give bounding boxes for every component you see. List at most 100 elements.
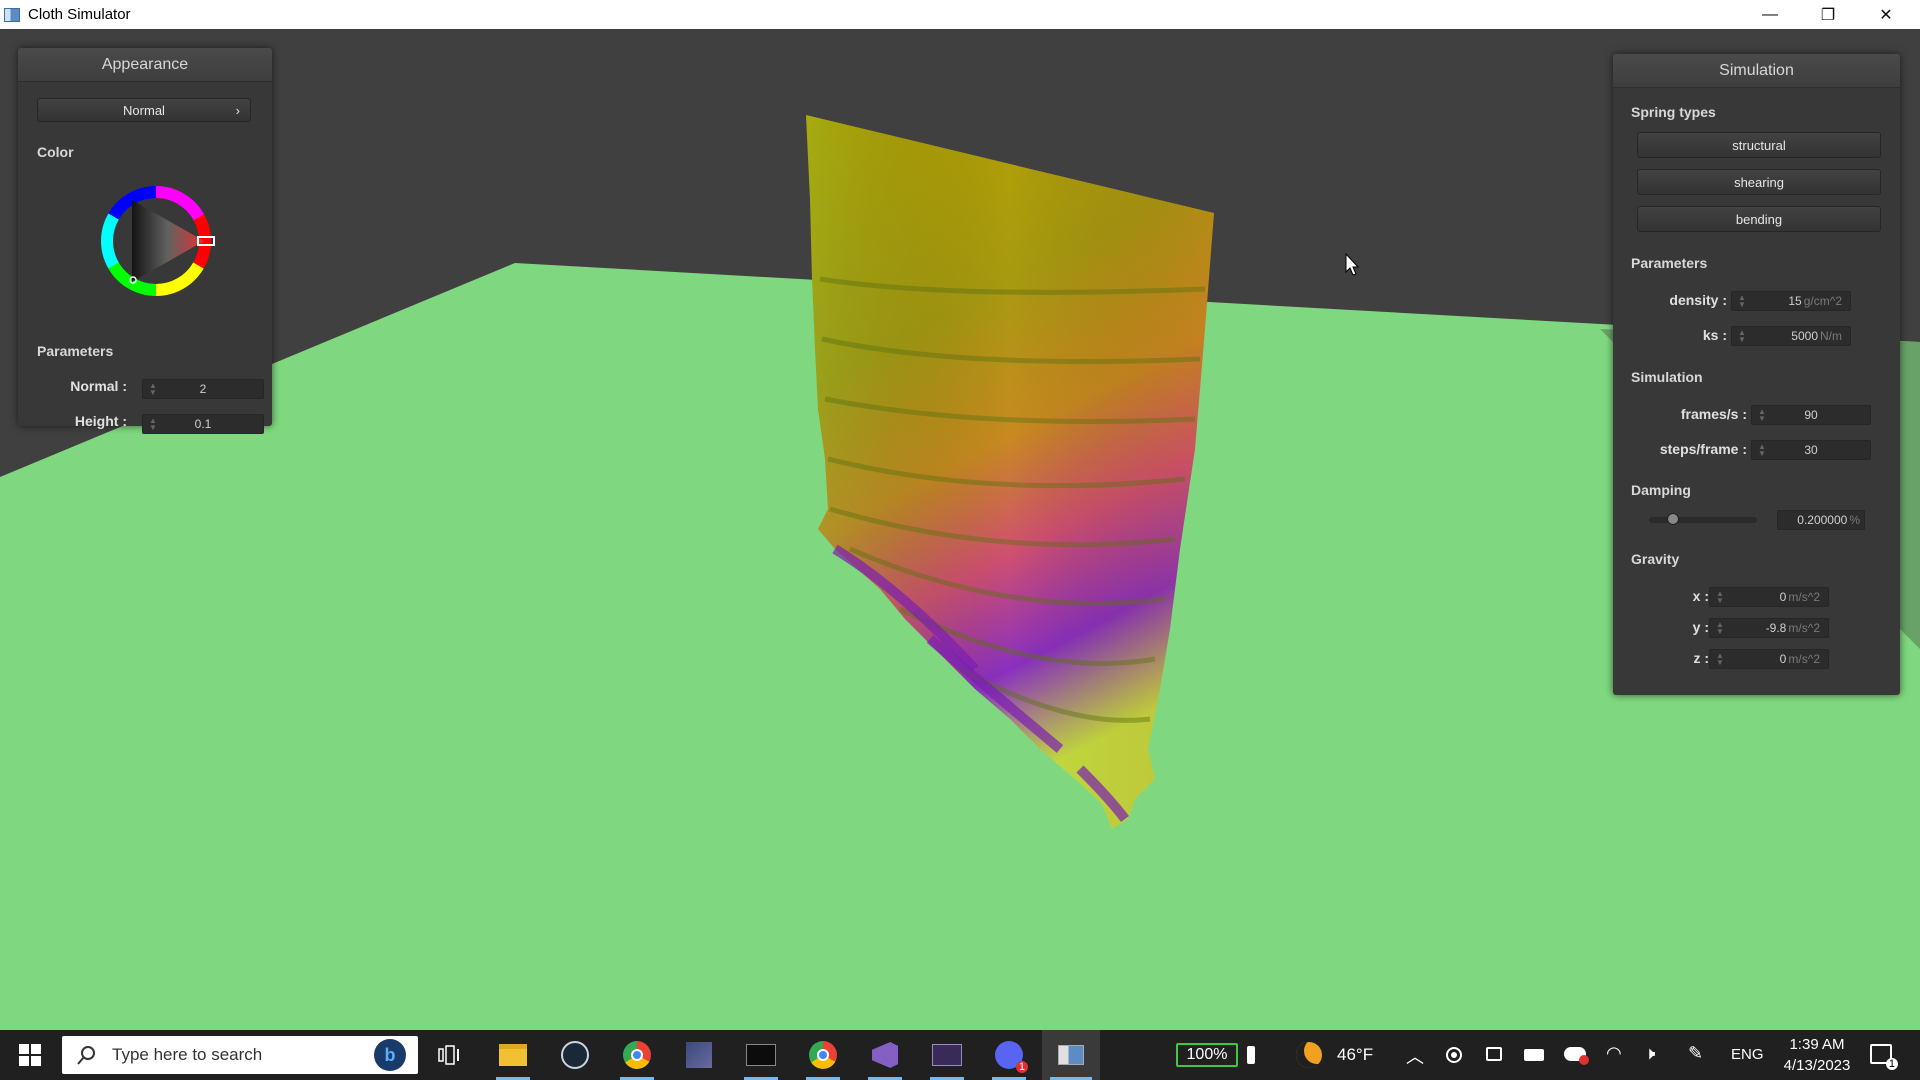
- height-value: 0.1: [194, 417, 212, 431]
- spinner-icon[interactable]: ▲ ▼: [1756, 408, 1768, 423]
- battery-tray-icon[interactable]: [1524, 1049, 1544, 1061]
- clock-date: 4/13/2023: [1783, 1057, 1851, 1074]
- height-field[interactable]: ▲ ▼ 0.1: [142, 414, 264, 434]
- gravity-y-field[interactable]: ▲ ▼ -9.8 m/s^2: [1709, 618, 1829, 638]
- search-placeholder: Type here to search: [112, 1045, 263, 1064]
- gravity-x-value: 0: [1779, 590, 1787, 604]
- spinner-icon[interactable]: ▲ ▼: [147, 417, 159, 432]
- pen-icon[interactable]: ✎: [1688, 1043, 1703, 1064]
- bending-button[interactable]: bending: [1637, 206, 1881, 232]
- discord-icon[interactable]: 1: [984, 1030, 1034, 1080]
- onedrive-error-icon[interactable]: [1564, 1047, 1589, 1065]
- damping-slider-handle[interactable]: [1667, 513, 1679, 525]
- damping-slider[interactable]: [1649, 513, 1757, 525]
- ks-field[interactable]: ▲ ▼ 5000 N/m: [1731, 326, 1851, 346]
- gravity-z-unit: m/s^2: [1788, 652, 1820, 666]
- scene-viewport[interactable]: Appearance Normal › Color Parameters Nor…: [0, 29, 1920, 1030]
- taskbar: Type here to search b 1 100% 46°F ︿ ◠ 🕨 …: [0, 1030, 1920, 1080]
- appearance-parameters-label: Parameters: [37, 343, 114, 359]
- damping-label: Damping: [1631, 482, 1691, 498]
- language-indicator[interactable]: ENG: [1731, 1046, 1764, 1063]
- window-titlebar: Cloth Simulator — ❐ ✕: [0, 0, 1920, 29]
- windows-icon: [19, 1044, 41, 1066]
- gravity-z-value: 0: [1779, 652, 1787, 666]
- fps-field[interactable]: ▲ ▼ 90: [1751, 405, 1871, 425]
- chevron-up-icon[interactable]: ︿: [1406, 1043, 1424, 1069]
- color-wheel[interactable]: [91, 176, 221, 306]
- gravity-label: Gravity: [1631, 551, 1680, 567]
- gravity-y-unit: m/s^2: [1788, 621, 1820, 635]
- minimize-button[interactable]: —: [1741, 0, 1799, 29]
- notification-count: 1: [1885, 1058, 1898, 1070]
- chevron-right-icon: ›: [235, 102, 240, 118]
- speaker-muted-icon[interactable]: 🕨: [1644, 1043, 1655, 1064]
- spinner-icon[interactable]: ▲ ▼: [1714, 590, 1726, 605]
- gravity-z-label: z :: [1693, 650, 1709, 666]
- terminal-icon[interactable]: [736, 1030, 786, 1080]
- density-field[interactable]: ▲ ▼ 15 g/cm^2: [1731, 291, 1851, 311]
- battery-percent: 100%: [1186, 1046, 1228, 1063]
- gravity-z-field[interactable]: ▲ ▼ 0 m/s^2: [1709, 649, 1829, 669]
- steam-icon[interactable]: [550, 1030, 600, 1080]
- spinner-icon[interactable]: ▲ ▼: [1756, 443, 1768, 458]
- maximize-button[interactable]: ❐: [1799, 0, 1857, 29]
- shearing-button[interactable]: shearing: [1637, 169, 1881, 195]
- task-view-icon[interactable]: [424, 1030, 474, 1080]
- gravity-y-value: -9.8: [1765, 621, 1787, 635]
- console-app-icon[interactable]: [922, 1030, 972, 1080]
- structural-button[interactable]: structural: [1637, 132, 1881, 158]
- chrome-icon[interactable]: [612, 1030, 662, 1080]
- spinner-icon[interactable]: ▲ ▼: [1736, 294, 1748, 309]
- spinner-icon[interactable]: ▲ ▼: [1714, 652, 1726, 667]
- notifications-icon[interactable]: 1: [1870, 1044, 1898, 1070]
- battery-indicator[interactable]: 100%: [1176, 1043, 1238, 1067]
- gravity-x-label: x :: [1692, 588, 1709, 604]
- bing-icon[interactable]: b: [374, 1039, 406, 1071]
- image-viewer-icon[interactable]: [674, 1030, 724, 1080]
- visual-studio-icon[interactable]: [860, 1030, 910, 1080]
- close-button[interactable]: ✕: [1857, 0, 1915, 29]
- simulation-parameters-label: Parameters: [1631, 255, 1708, 271]
- damping-field[interactable]: 0.200000 %: [1777, 510, 1865, 530]
- normal-value: 2: [199, 382, 207, 396]
- simulation-panel: Simulation Spring types structural shear…: [1613, 54, 1900, 695]
- ks-unit: N/m: [1820, 329, 1842, 343]
- spinner-icon[interactable]: ▲ ▼: [1736, 329, 1748, 344]
- damping-value: 0.200000: [1797, 513, 1848, 527]
- clock[interactable]: 1:39 AM 4/13/2023: [1772, 1034, 1862, 1076]
- mouse-cursor-icon: [1345, 252, 1360, 276]
- ks-value: 5000: [1791, 329, 1818, 343]
- weather-temp[interactable]: 46°F: [1337, 1045, 1373, 1065]
- mode-dropdown-value: Normal: [123, 102, 165, 118]
- ks-label: ks :: [1702, 327, 1727, 343]
- chrome-profile-icon[interactable]: [798, 1030, 848, 1080]
- damping-unit: %: [1849, 513, 1860, 527]
- fps-value: 90: [1804, 408, 1818, 422]
- color-label: Color: [37, 144, 74, 160]
- taskbar-search[interactable]: Type here to search b: [62, 1036, 418, 1074]
- mode-dropdown[interactable]: Normal ›: [37, 98, 251, 122]
- spinner-icon[interactable]: ▲ ▼: [147, 382, 159, 397]
- gravity-x-field[interactable]: ▲ ▼ 0 m/s^2: [1709, 587, 1829, 607]
- file-explorer-icon[interactable]: [488, 1030, 538, 1080]
- search-icon: [77, 1046, 95, 1065]
- appearance-panel: Appearance Normal › Color Parameters Nor…: [18, 48, 272, 434]
- spinner-icon[interactable]: ▲ ▼: [1714, 621, 1726, 636]
- window-title: Cloth Simulator: [28, 6, 131, 23]
- normal-field[interactable]: ▲ ▼ 2: [142, 379, 264, 399]
- simulation-section-label: Simulation: [1631, 369, 1703, 385]
- appearance-panel-title[interactable]: Appearance: [18, 48, 272, 82]
- record-icon[interactable]: [1446, 1047, 1462, 1063]
- density-unit: g/cm^2: [1803, 294, 1842, 308]
- start-button[interactable]: [0, 1030, 60, 1080]
- clock-time: 1:39 AM: [1789, 1036, 1845, 1053]
- fps-label: frames/s :: [1680, 406, 1747, 422]
- cloth-simulator-taskbar-icon[interactable]: [1042, 1030, 1100, 1080]
- wifi-icon[interactable]: ◠: [1606, 1043, 1622, 1064]
- steps-field[interactable]: ▲ ▼ 30: [1751, 440, 1871, 460]
- moon-icon[interactable]: [1296, 1042, 1322, 1068]
- normal-label: Normal :: [70, 378, 127, 394]
- gravity-x-unit: m/s^2: [1788, 590, 1820, 604]
- simulation-panel-title[interactable]: Simulation: [1613, 54, 1900, 88]
- meet-icon[interactable]: [1486, 1047, 1502, 1061]
